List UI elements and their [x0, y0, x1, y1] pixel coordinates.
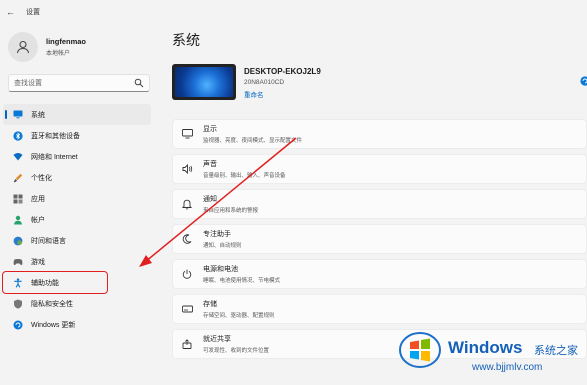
back-arrow-icon[interactable]: ←: [6, 7, 16, 17]
sidebar-item-accessibility[interactable]: 辅助功能: [2, 271, 108, 294]
watermark-title-cn: 系统之家: [534, 344, 578, 357]
sidebar-item-apps[interactable]: 应用: [3, 188, 151, 209]
person-icon: [13, 215, 23, 225]
sidebar-item-accounts[interactable]: 帐户: [3, 209, 151, 230]
sidebar-nav: 系统 蓝牙和其他设备 网络和 Internet 个性化 应用 帐户 时间和语言 …: [2, 104, 151, 335]
monitor-icon: [13, 110, 23, 120]
apps-icon: [13, 194, 23, 204]
power-icon: [181, 268, 193, 280]
rename-link[interactable]: 重命名: [244, 89, 321, 99]
watermark: Windows 系统之家 www.bjjmlv.com: [388, 320, 587, 385]
storage-icon: [181, 303, 193, 315]
card-subtitle: 存储空间、驱动器、配置规则: [203, 313, 275, 319]
profile-account-type: 本地帐户: [46, 51, 71, 57]
search-icon[interactable]: [134, 78, 144, 88]
shield-icon: [13, 299, 23, 309]
card-display[interactable]: 显示 监视器、亮度、夜间模式、显示配置文件: [172, 119, 587, 149]
bluetooth-icon: [13, 130, 23, 141]
search-placeholder: 查找设置: [14, 80, 42, 87]
sidebar-item-label: 系统: [31, 111, 45, 119]
card-notifications[interactable]: 通知 来自应用和系统的警报: [172, 189, 587, 219]
card-title: 专注助手: [203, 231, 231, 238]
watermark-url: www.bjjmlv.com: [472, 362, 543, 373]
window-title: 设置: [26, 9, 40, 16]
card-title: 声音: [203, 161, 217, 168]
sidebar-item-privacy-security[interactable]: 隐私和安全性: [3, 293, 151, 314]
sidebar: lingfenmao 本地帐户 查找设置 系统 蓝牙和其他设备 网络和 Inte…: [0, 24, 160, 385]
windows-logo-icon: [399, 332, 441, 368]
moon-icon: [181, 233, 193, 245]
card-title: 通知: [203, 196, 217, 203]
page-title: 系统: [172, 32, 200, 48]
sidebar-item-label: 应用: [31, 195, 45, 203]
card-subtitle: 音量级别、输出、输入、声音设备: [203, 173, 286, 179]
card-subtitle: 可发现性、收到的文件位置: [203, 348, 270, 354]
sidebar-item-personalization[interactable]: 个性化: [3, 167, 151, 188]
card-subtitle: 监视器、亮度、夜间模式、显示配置文件: [203, 138, 303, 144]
windows-update-status-icon[interactable]: [580, 76, 587, 86]
sidebar-item-network[interactable]: 网络和 Internet: [3, 146, 151, 167]
update-icon: [13, 320, 23, 330]
display-icon: [181, 128, 193, 140]
device-image: [172, 64, 236, 100]
title-bar: ← 设置: [0, 0, 587, 24]
sidebar-item-windows-update[interactable]: Windows 更新: [3, 314, 151, 335]
sidebar-item-system[interactable]: 系统: [3, 104, 151, 125]
sidebar-item-label: 蓝牙和其他设备: [31, 132, 80, 140]
card-power-battery[interactable]: 电源和电池 睡眠、电池使用情况、节电模式: [172, 259, 587, 289]
device-model: 20N8A010CD: [244, 79, 285, 86]
brush-icon: [13, 173, 23, 183]
card-title: 存储: [203, 301, 217, 308]
device-name: DESKTOP-EKOJ2L9: [244, 67, 321, 76]
card-subtitle: 来自应用和系统的警报: [203, 208, 259, 214]
person-icon: [16, 40, 30, 54]
profile-name: lingfenmao: [46, 37, 87, 46]
card-title: 电源和电池: [203, 266, 238, 273]
speaker-icon: [181, 163, 193, 175]
avatar[interactable]: [8, 32, 38, 62]
card-sound[interactable]: 声音 音量级别、输出、输入、声音设备: [172, 154, 587, 184]
gamepad-icon: [13, 257, 23, 267]
accessibility-icon: [13, 277, 23, 288]
wifi-icon: [13, 152, 23, 162]
sidebar-item-time-language[interactable]: 时间和语言: [3, 230, 151, 251]
sidebar-item-label: 帐户: [31, 216, 45, 224]
search-input[interactable]: 查找设置: [8, 74, 150, 92]
card-subtitle: 睡眠、电池使用情况、节电模式: [203, 278, 281, 284]
bell-icon: [181, 198, 193, 210]
card-subtitle: 通知、自动规则: [203, 243, 242, 249]
device-header: DESKTOP-EKOJ2L9 20N8A010CD 重命名: [172, 64, 321, 100]
globe-clock-icon: [13, 236, 23, 246]
sidebar-item-bluetooth[interactable]: 蓝牙和其他设备: [3, 125, 151, 146]
sidebar-item-gaming[interactable]: 游戏: [3, 251, 151, 272]
sidebar-item-label: 辅助功能: [31, 279, 59, 287]
sidebar-item-label: 个性化: [31, 174, 52, 182]
watermark-title: Windows: [448, 338, 523, 357]
sidebar-item-label: Windows 更新: [31, 321, 76, 329]
card-title: 显示: [203, 126, 217, 133]
sidebar-item-label: 隐私和安全性: [31, 300, 73, 308]
sidebar-item-label: 网络和 Internet: [31, 153, 78, 161]
sidebar-item-label: 时间和语言: [31, 237, 66, 245]
card-focus-assist[interactable]: 专注助手 通知、自动规则: [172, 224, 587, 254]
user-profile[interactable]: lingfenmao 本地帐户: [8, 32, 86, 62]
share-icon: [181, 338, 193, 350]
card-title: 就近共享: [203, 336, 231, 343]
sidebar-item-label: 游戏: [31, 258, 45, 266]
